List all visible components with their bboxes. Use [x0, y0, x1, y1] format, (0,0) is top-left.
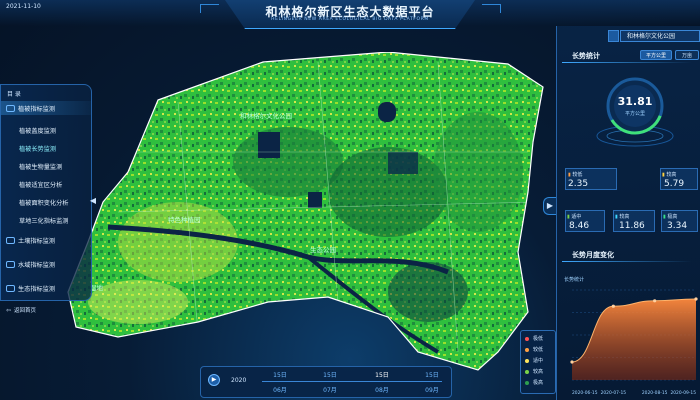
nav-group-soil[interactable]: 土壤指标监测 [1, 233, 91, 247]
nav-group-eco[interactable]: 生态指标监测 [1, 281, 91, 295]
gauge-value: 31.81 [617, 95, 653, 108]
nav-item-suitable-area[interactable]: 植被适宜区分析 [1, 177, 91, 191]
stat-value: 5.79 [664, 179, 685, 189]
section-title-monthly: 长势月度变化 [572, 251, 614, 259]
nav-item-grassland[interactable]: 草地三化指标监测 [1, 213, 91, 227]
timeline-day[interactable]: 15日 [270, 370, 290, 379]
stat-marker-icon: ▮ [568, 172, 571, 178]
stat-value: 8.46 [569, 221, 590, 231]
chart-x-tick: 2020-09-15 [670, 390, 696, 396]
section-divider [562, 62, 692, 63]
soil-icon [6, 236, 15, 244]
nav-item-label: 植被适宜区分析 [19, 181, 63, 189]
timeline-year: 2020 [231, 377, 247, 384]
vegetation-map[interactable] [58, 52, 570, 372]
back-home-label: 返回首页 [14, 308, 37, 314]
stat-value: 11.86 [619, 221, 645, 231]
stat-value: 2.35 [568, 179, 589, 189]
chart-point [653, 299, 657, 303]
header-ornament [482, 4, 501, 13]
nav-item-coverage[interactable]: 植被盖度监测 [1, 123, 91, 137]
legend-item: 极低 [525, 335, 543, 342]
map-label: 和林格尔文化公园 [240, 112, 292, 120]
unit-tab-sqkm[interactable]: 平方公里 [640, 50, 672, 60]
nav-item-label: 生态指标监测 [18, 285, 56, 293]
timeline-day-current[interactable]: 15日 [372, 370, 392, 379]
stat-marker-icon: ▮ [663, 214, 666, 220]
chart-x-tick: 2020-06-15 [572, 390, 598, 396]
nav-item-label: 草地三化指标监测 [19, 217, 69, 225]
timeline-month[interactable]: 07月 [318, 385, 342, 394]
nav-item-label: 植被长势监测 [19, 145, 57, 153]
chart-point [570, 360, 574, 364]
nav-item-label: 植被面积变化分析 [19, 199, 69, 207]
gauge-unit: 平方公里 [624, 111, 645, 117]
header-ornament [200, 4, 219, 13]
page-subtitle: HELINGEER NEW AREA ECOLOGICAL BIG DATA P… [271, 17, 429, 22]
nav-group-water[interactable]: 水域指标监测 [1, 257, 91, 271]
nav-item-label: 植被指标监测 [18, 105, 56, 113]
timeline-day[interactable]: 15日 [320, 370, 340, 379]
location-icon [608, 30, 619, 42]
chart-point [611, 304, 615, 308]
back-home-link[interactable]: ⇦ 返回首页 [6, 306, 37, 315]
nav-title: 目 录 [7, 91, 21, 98]
timeline-axis[interactable] [262, 381, 442, 382]
leaf-icon [6, 104, 15, 112]
collapse-left-icon[interactable]: ◀ [88, 193, 98, 209]
legend-item: 较高 [525, 368, 543, 375]
back-arrow-icon: ⇦ [6, 306, 12, 314]
map-label: 生态公园 [310, 246, 336, 254]
timeline-month[interactable]: 09月 [420, 385, 444, 394]
section-divider [562, 261, 692, 262]
nav-item-area-change[interactable]: 植被面积变化分析 [1, 195, 91, 209]
stat-marker-icon: ▮ [662, 172, 665, 178]
nav-item-biomass[interactable]: 植被生物量监测 [1, 159, 91, 173]
section-title-growth: 长势统计 [572, 52, 600, 60]
stat-label: ▮ 较高 [662, 172, 677, 178]
nav-item-label: 土壤指标监测 [18, 237, 56, 245]
chart-y-label: 长势统计 [564, 276, 584, 283]
stat-label: ▮ 适中 [567, 214, 582, 220]
sidebar-nav: 目 录 植被指标监测 植被盖度监测 植被长势监测 植被生物量监测 植被适宜区分析… [0, 84, 92, 301]
stat-value: 3.34 [667, 221, 688, 231]
eco-icon [6, 284, 15, 292]
nav-group-vegetation[interactable]: 植被指标监测 [1, 101, 91, 115]
map-legend: 极低 较低 适中 较高 极高 [520, 330, 556, 394]
unit-tab-mu[interactable]: 万亩 [675, 50, 699, 60]
chart-x-tick: 2020-08-15 [642, 390, 668, 396]
date-display: 2021-11-10 [6, 3, 41, 10]
stat-label: ▮ 较高 [615, 214, 630, 220]
legend-item: 较低 [525, 346, 543, 353]
timeline-month[interactable]: 06月 [268, 385, 292, 394]
stat-label: ▮ 较低 [568, 172, 583, 178]
park-selector[interactable]: 和林格尔文化公园 [620, 30, 700, 42]
chart-x-tick: 2020-07-15 [601, 390, 627, 396]
legend-item: 适中 [525, 357, 543, 364]
nav-item-label: 植被生物量监测 [19, 163, 63, 171]
nav-item-growth[interactable]: 植被长势监测 [1, 141, 91, 155]
collapse-right-icon[interactable]: ▶ [543, 197, 556, 215]
stat-marker-icon: ▮ [567, 214, 570, 220]
stat-marker-icon: ▮ [615, 214, 618, 220]
legend-item: 极高 [525, 379, 543, 386]
stat-label: ▮ 极高 [663, 214, 678, 220]
play-button[interactable]: ▶ [208, 374, 220, 386]
water-icon [6, 260, 15, 268]
map-label: 特色种植园 [168, 216, 201, 224]
chart-point [694, 297, 698, 301]
nav-item-label: 水域指标监测 [18, 261, 56, 269]
timeline-month[interactable]: 08月 [370, 385, 394, 394]
monthly-growth-chart: 长势统计 2020-06-15 2020-07-15 2020-08-15 2020-… [564, 276, 698, 396]
timeline-day[interactable]: 15日 [422, 370, 442, 379]
nav-item-label: 植被盖度监测 [19, 127, 57, 135]
